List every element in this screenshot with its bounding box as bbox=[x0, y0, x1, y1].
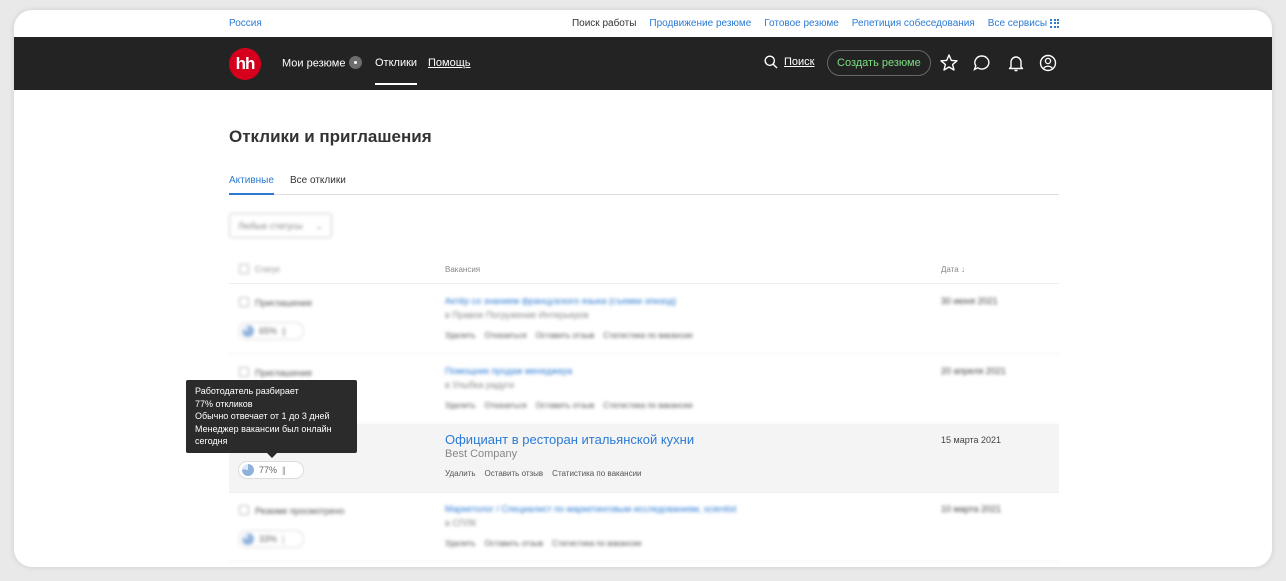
nav-search-label: Поиск bbox=[784, 56, 815, 68]
vacancy-company: в СПЛК bbox=[445, 518, 477, 528]
vacancy-company: Best Company bbox=[445, 448, 518, 460]
bell-icon[interactable] bbox=[1006, 53, 1026, 73]
top-services-links: Поиск работы Продвижение резюме Готовое … bbox=[572, 18, 1059, 29]
page-title: Отклики и приглашения bbox=[229, 127, 432, 146]
table-row[interactable]: Приглашение 65% || Актёр со знанием фран… bbox=[229, 285, 1059, 354]
nav-responses[interactable]: Отклики bbox=[375, 57, 418, 85]
row-checkbox[interactable] bbox=[239, 297, 249, 307]
response-rate-value: 77% bbox=[259, 465, 278, 475]
main-navbar: hh Мои резюме Отклики Помощь Поиск Созда… bbox=[14, 37, 1272, 90]
vacancy-title-link[interactable]: Помощник продаж менеджера bbox=[445, 366, 572, 376]
vacancy-title-link[interactable]: Официант в ресторан итальянской кухни bbox=[445, 432, 694, 447]
vacancy-stats-action[interactable]: Статистика по вакансии bbox=[552, 469, 641, 478]
row-actions: Удалить Отказаться Оставить отзыв Статис… bbox=[445, 401, 693, 410]
row-checkbox[interactable] bbox=[239, 505, 249, 515]
chevron-down-icon: ⌄ bbox=[315, 221, 323, 231]
resume-dot-icon bbox=[349, 56, 363, 69]
leave-review-action[interactable]: Оставить отзыв bbox=[485, 539, 544, 548]
vacancy-column-header: Вакансия bbox=[445, 265, 481, 274]
response-rate-value: 65% bbox=[259, 326, 278, 336]
pie-chart-icon bbox=[242, 464, 254, 476]
tooltip-line: Работодатель разбирает bbox=[195, 386, 299, 396]
row-actions: Удалить Оставить отзыв Статистика по вак… bbox=[445, 469, 642, 478]
delete-action[interactable]: Удалить bbox=[445, 469, 476, 478]
all-services-link[interactable]: Все сервисы bbox=[988, 18, 1059, 29]
tooltip-line: 77% откликов bbox=[195, 398, 253, 409]
pie-chart-icon bbox=[242, 325, 254, 337]
top-links-bar: Россия Поиск работы Продвижение резюме Г… bbox=[14, 10, 1272, 37]
tooltip-line: сегодня bbox=[195, 436, 228, 446]
response-rate-tooltip: Работодатель разбирает 77% откликов Обыч… bbox=[186, 380, 357, 458]
delete-action[interactable]: Удалить bbox=[445, 401, 476, 410]
response-rate-pill[interactable]: 77% || bbox=[238, 461, 304, 479]
vacancy-stats-action[interactable]: Статистика по вакансии bbox=[552, 539, 641, 548]
table-row[interactable]: Резюме просмотрено 33% | Маркетолог / Сп… bbox=[229, 493, 1059, 562]
table-header: Статус Вакансия Дата ↓ bbox=[229, 262, 1059, 284]
vacancy-title-link[interactable]: Маркетолог / Специалист по маркетинговым… bbox=[445, 504, 736, 514]
ready-resume-link[interactable]: Готовое резюме bbox=[764, 18, 839, 29]
decline-action[interactable]: Отказаться bbox=[485, 331, 527, 340]
row-actions: Удалить Оставить отзыв Статистика по вак… bbox=[445, 539, 642, 548]
delete-action[interactable]: Удалить bbox=[445, 331, 476, 340]
search-icon bbox=[764, 55, 778, 69]
star-icon[interactable] bbox=[939, 53, 959, 73]
responses-tabs: Активные Все отклики bbox=[229, 175, 1059, 195]
interview-rehearsal-link[interactable]: Репетиция собеседования bbox=[852, 18, 975, 29]
leave-review-action[interactable]: Оставить отзыв bbox=[536, 331, 595, 340]
date-column-header[interactable]: Дата ↓ bbox=[941, 265, 965, 274]
vacancy-stats-action[interactable]: Статистика по вакансии bbox=[603, 401, 692, 410]
hh-logo[interactable]: hh bbox=[229, 48, 261, 80]
nav-my-resumes-label: Мои резюме bbox=[282, 57, 346, 70]
row-status: Приглашение bbox=[255, 298, 313, 308]
nav-search[interactable]: Поиск bbox=[764, 55, 814, 69]
delete-action[interactable]: Удалить bbox=[445, 539, 476, 548]
leave-review-action[interactable]: Оставить отзыв bbox=[485, 469, 544, 478]
nav-my-resumes[interactable]: Мои резюме bbox=[282, 56, 363, 70]
row-date: 10 марта 2021 bbox=[941, 504, 1002, 514]
decline-action[interactable]: Отказаться bbox=[485, 401, 527, 410]
vacancy-company: в Улыбка радуги bbox=[445, 380, 514, 390]
resume-promotion-link[interactable]: Продвижение резюме bbox=[649, 18, 751, 29]
activity-bars-icon: | bbox=[282, 534, 285, 544]
row-status: Резюме просмотрено bbox=[255, 506, 345, 516]
job-search-link[interactable]: Поиск работы bbox=[572, 18, 636, 29]
select-all-checkbox[interactable] bbox=[239, 264, 249, 274]
browser-frame: Россия Поиск работы Продвижение резюме Г… bbox=[14, 10, 1272, 567]
row-date: 15 марта 2021 bbox=[941, 435, 1002, 445]
tooltip-line: Обычно отвечает от 1 до 3 дней bbox=[195, 411, 330, 421]
response-rate-pill[interactable]: 65% || bbox=[238, 322, 304, 340]
status-filter-select[interactable]: Любые статусы ⌄ bbox=[229, 213, 332, 238]
create-resume-button[interactable]: Создать резюме bbox=[827, 50, 931, 76]
all-services-label: Все сервисы bbox=[987, 18, 1047, 29]
activity-bars-icon: || bbox=[282, 326, 286, 336]
chat-icon[interactable] bbox=[972, 53, 992, 73]
row-date: 30 июня 2021 bbox=[941, 296, 998, 306]
pie-chart-icon bbox=[242, 533, 254, 545]
row-status: Приглашение bbox=[255, 368, 313, 378]
activity-bars-icon: || bbox=[282, 465, 286, 475]
tab-active[interactable]: Активные bbox=[229, 175, 274, 195]
response-rate-value: 33% bbox=[259, 534, 278, 544]
tooltip-line: Менеджер вакансии был онлайн bbox=[195, 423, 332, 434]
row-checkbox[interactable] bbox=[239, 367, 249, 377]
profile-icon[interactable] bbox=[1038, 53, 1058, 73]
region-link[interactable]: Россия bbox=[229, 18, 262, 29]
vacancy-stats-action[interactable]: Статистика по вакансии bbox=[603, 331, 692, 340]
row-date: 20 апреля 2021 bbox=[941, 366, 1006, 376]
vacancy-title-link[interactable]: Актёр со знанием французского языка (съе… bbox=[445, 296, 676, 306]
row-actions: Удалить Отказаться Оставить отзыв Статис… bbox=[445, 331, 693, 340]
grid-icon bbox=[1050, 18, 1059, 28]
leave-review-action[interactable]: Оставить отзыв bbox=[536, 401, 595, 410]
status-filter-value: Любые статусы bbox=[238, 221, 303, 231]
nav-help[interactable]: Помощь bbox=[428, 57, 471, 69]
tab-all-responses[interactable]: Все отклики bbox=[290, 175, 346, 186]
response-rate-pill[interactable]: 33% | bbox=[238, 530, 304, 548]
status-column-header: Статус bbox=[255, 265, 281, 274]
vacancy-company: в Правое Погружение Интерьеров bbox=[445, 310, 589, 320]
